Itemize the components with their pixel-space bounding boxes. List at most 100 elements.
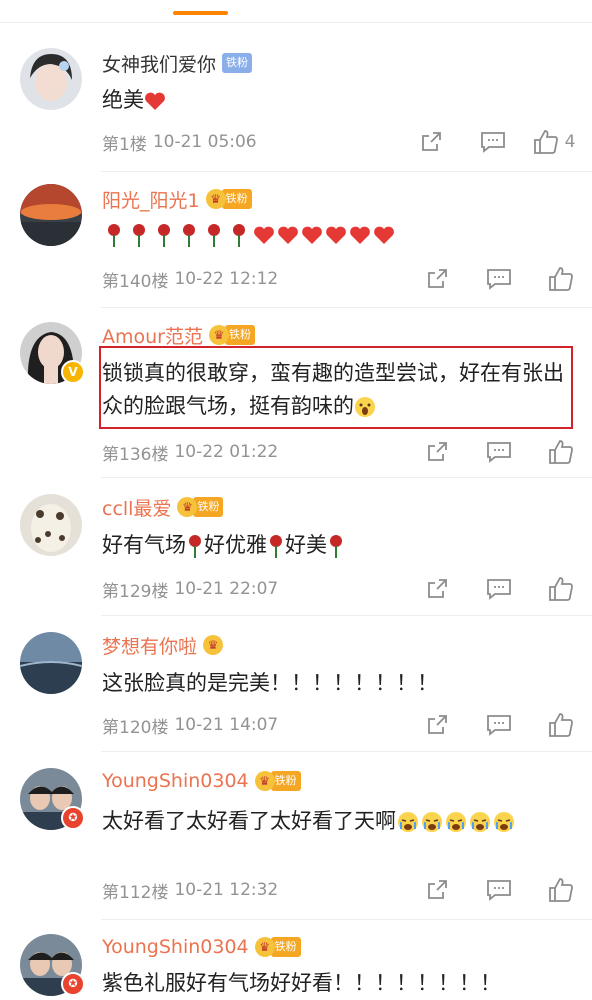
comment-text: 绝美 <box>102 84 572 117</box>
like-button[interactable] <box>530 437 592 467</box>
crown-icon: ♛ <box>254 937 275 957</box>
crying-face-icon <box>446 812 466 832</box>
comment-text: 紫色礼服好有气场好好看！！！！！！！！ <box>102 971 501 995</box>
fan-badge: ♛ 铁粉 <box>177 497 224 517</box>
crown-icon: ♛ <box>205 189 226 209</box>
crying-face-icon <box>470 812 490 832</box>
crying-face-icon <box>422 812 442 832</box>
fan-badge: ♛ 铁粉 <box>254 937 301 957</box>
user-badge-icon: ✪ <box>61 972 85 996</box>
repost-button[interactable] <box>400 127 462 157</box>
avatar[interactable] <box>20 494 82 556</box>
comment-emoji-row <box>102 218 572 251</box>
active-tab-indicator <box>173 11 228 15</box>
comment-text: 这张脸真的是完美！！！！！！！！ <box>102 671 438 695</box>
comment-item: ✪ YoungShin0304 ♛ 铁粉 紫色礼服好有气场好好看！！！！！！！！ <box>0 920 592 1000</box>
comment-time: 10-21 05:06 <box>152 132 257 152</box>
comment-time: 10-21 12:32 <box>174 880 279 900</box>
username[interactable]: 阳光_阳光1 <box>102 186 200 213</box>
crown-icon: ♛ <box>254 771 275 791</box>
comment-icon <box>487 715 511 736</box>
reply-button[interactable] <box>468 264 530 294</box>
floor-number: 第112楼 <box>102 882 169 903</box>
repost-button[interactable] <box>406 437 468 467</box>
fan-badge: ♛ <box>203 635 224 655</box>
crown-icon: ♛ <box>208 325 229 345</box>
avatar[interactable] <box>20 48 82 110</box>
comment-text: 好有气场 好优雅 好美 <box>102 529 572 562</box>
username[interactable]: YoungShin0304 <box>102 770 249 792</box>
rose-icon <box>189 535 201 558</box>
red-heart-icon <box>254 226 394 244</box>
like-button[interactable]: 4 <box>524 127 584 157</box>
rose-icon <box>270 535 282 558</box>
comment-icon <box>487 442 511 463</box>
like-button[interactable] <box>530 264 592 294</box>
username[interactable]: YoungShin0304 <box>102 936 249 958</box>
reply-button[interactable] <box>462 127 524 157</box>
verified-badge-icon: V <box>61 360 85 384</box>
reply-button[interactable] <box>468 437 530 467</box>
like-button[interactable] <box>530 875 592 905</box>
repost-button[interactable] <box>406 710 468 740</box>
crying-face-icon <box>494 812 514 832</box>
username[interactable]: 梦想有你啦 <box>102 632 197 659</box>
avatar[interactable] <box>20 184 82 246</box>
comment-text: 太好看了太好看了太好看了天啊 <box>102 805 572 838</box>
thumbs-up-icon <box>549 577 573 601</box>
tab-bar <box>0 0 592 23</box>
repost-icon <box>428 715 447 734</box>
comment-item: ✪ YoungShin0304 ♛ 铁粉 太好看了太好看了太好看了天啊 第112楼… <box>0 752 592 920</box>
reply-button[interactable] <box>468 875 530 905</box>
like-count: 4 <box>564 132 576 152</box>
fan-badge: ♛ 铁粉 <box>254 771 301 791</box>
floor-number: 第129楼 <box>102 581 169 602</box>
comment-icon <box>487 579 511 600</box>
rose-icon <box>330 535 342 558</box>
repost-button[interactable] <box>406 574 468 604</box>
red-heart-icon <box>145 92 165 110</box>
floor-number: 第1楼 <box>102 134 147 155</box>
user-badge-icon: ✪ <box>61 806 85 830</box>
comment-icon <box>481 132 505 153</box>
comment-item: 阳光_阳光1 ♛ 铁粉 第140楼 10-22 12:12 <box>0 172 592 308</box>
reply-button[interactable] <box>468 710 530 740</box>
avatar[interactable] <box>20 632 82 694</box>
repost-icon <box>422 132 441 151</box>
comment-item: 梦想有你啦 ♛ 这张脸真的是完美！！！！！！！！ 第120楼 10-21 14:… <box>0 616 592 752</box>
thumbs-up-icon <box>549 878 573 902</box>
floor-number: 第136楼 <box>102 444 169 465</box>
comment-time: 10-21 22:07 <box>174 579 279 599</box>
username[interactable]: 女神我们爱你 <box>102 50 216 77</box>
comment-icon <box>487 269 511 290</box>
comment-item: ccll最爱 ♛ 铁粉 好有气场 好优雅 好美 第129楼 10-21 22:07 <box>0 478 592 616</box>
comment-time: 10-22 12:12 <box>174 269 279 289</box>
rose-icon <box>108 224 245 247</box>
fan-badge: ♛ 铁粉 <box>208 325 255 345</box>
comment-time: 10-21 14:07 <box>174 715 279 735</box>
repost-icon <box>428 442 447 461</box>
repost-icon <box>428 579 447 598</box>
thumbs-up-icon <box>549 267 573 291</box>
like-button[interactable] <box>530 710 592 740</box>
thumbs-up-icon <box>549 440 573 464</box>
username[interactable]: Amour范范 <box>102 322 203 349</box>
highlight-box <box>99 346 573 429</box>
repost-button[interactable] <box>406 875 468 905</box>
repost-icon <box>428 880 447 899</box>
floor-number: 第140楼 <box>102 271 169 292</box>
username[interactable]: ccll最爱 <box>102 494 171 521</box>
comment-item: 女神我们爱你 铁粉 绝美 第1楼 10-21 05:06 4 <box>0 22 592 172</box>
fan-badge: ♛ 铁粉 <box>205 189 252 209</box>
floor-number: 第120楼 <box>102 717 169 738</box>
thumbs-up-icon <box>533 130 558 154</box>
like-button[interactable] <box>530 574 592 604</box>
comment-icon <box>487 880 511 901</box>
crying-face-icon <box>398 812 418 832</box>
repost-icon <box>428 269 447 288</box>
repost-button[interactable] <box>406 264 468 294</box>
crown-icon: ♛ <box>203 635 224 655</box>
comment-time: 10-22 01:22 <box>174 442 279 462</box>
reply-button[interactable] <box>468 574 530 604</box>
thumbs-up-icon <box>549 713 573 737</box>
